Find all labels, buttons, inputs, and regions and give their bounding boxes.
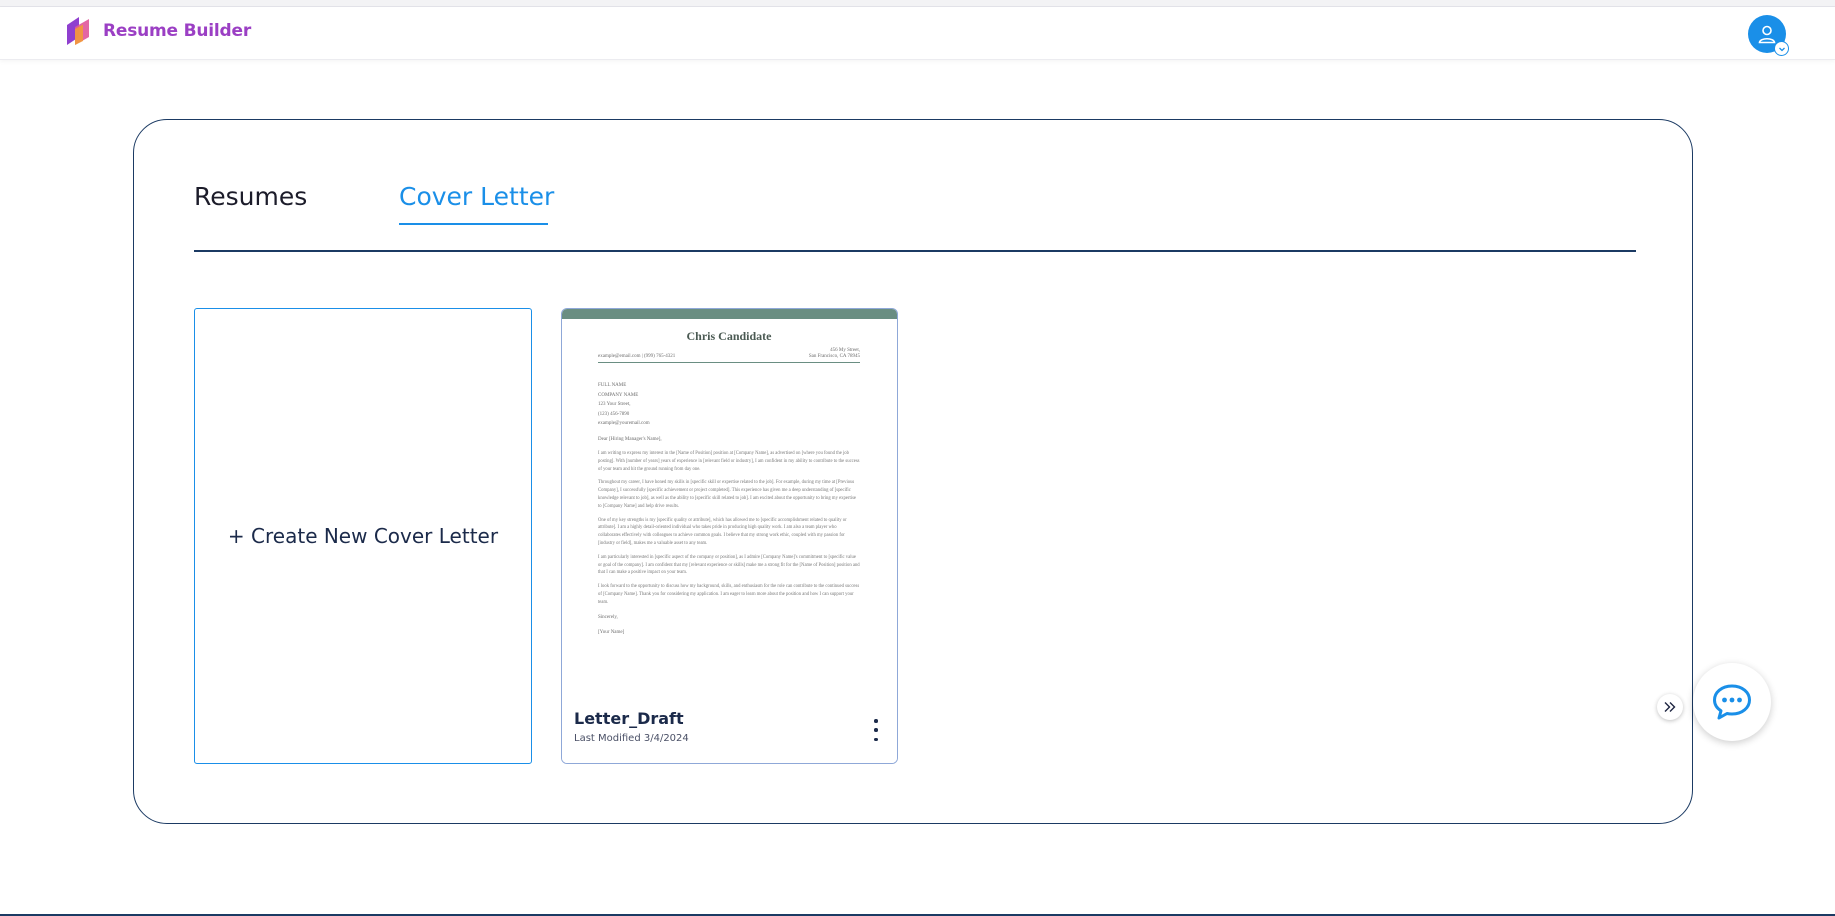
resume-builder-logo[interactable] [63,15,93,47]
preview-paragraph: One of my key strengths is my [specific … [598,517,847,546]
preview-name: Chris Candidate [686,329,772,343]
chevron-down-icon [1778,47,1785,51]
preview-contact-row: example@email.com | (999) 765-4321 San F… [598,354,860,360]
preview-recipient-line: (123) 456-7890 [598,411,630,417]
tabs-divider [194,250,1636,252]
kebab-dot [874,728,878,732]
browser-top-edge [0,0,1835,7]
kebab-dot [874,719,878,723]
active-tab-indicator [399,223,548,225]
kebab-dot [874,737,878,741]
tab-resumes[interactable]: Resumes [194,182,307,211]
preview-recipient-line: FULL NAME [598,383,627,388]
preview-recipient-line: 123 Your Street, [598,402,631,407]
preview-salutation: Dear [Hiring Manager's Name], [598,436,662,442]
tab-cover-letter[interactable]: Cover Letter [399,182,554,211]
preview-recipient-block: FULL NAME COMPANY NAME 123 Your Street, … [598,381,860,429]
letter-title[interactable]: Letter_Draft [574,709,684,728]
preview-recipient-line: COMPANY NAME [598,392,639,398]
preview-contact: example@email.com | (999) 765-4321 [598,354,676,359]
letter-preview: Chris Candidate 456 My Street, example@e… [598,329,860,697]
avatar-dropdown-badge[interactable] [1774,41,1789,56]
preview-paragraph: I look forward to the opportunity to dis… [598,584,860,605]
chat-button[interactable] [1693,663,1771,741]
chat-bubble-icon [1713,684,1751,720]
preview-address-line2: San Francisco, CA 78945 [808,354,860,359]
letter-preview-header-bar [562,309,897,319]
create-new-cover-letter-label: + Create New Cover Letter [227,524,499,548]
expand-chat-button[interactable] [1657,694,1683,720]
create-new-cover-letter-card[interactable]: + Create New Cover Letter [194,308,532,764]
documents-panel: Resumes Cover Letter + Create New Cover … [133,119,1693,824]
kebab-menu-icon[interactable] [870,719,882,741]
preview-paragraph: I am writing to express my interest in t… [598,451,860,472]
preview-paragraph: I am particularly interested in [specifi… [598,554,860,576]
user-icon [1758,25,1776,44]
preview-signature: [Your Name] [598,630,625,636]
app-header: Resume Builder [0,7,1835,60]
brand-name[interactable]: Resume Builder [103,21,251,41]
preview-recipient-line: example@youremail.com [598,421,650,426]
double-chevron-right-icon [1664,702,1676,712]
card-footer: Letter_Draft Last Modified 3/4/2024 [562,697,897,763]
cover-letter-card[interactable]: Chris Candidate 456 My Street, example@e… [561,308,898,764]
preview-header-rule [598,362,860,363]
preview-paragraph: Throughout my career, I have honed my sk… [598,480,857,509]
letter-last-modified: Last Modified 3/4/2024 [574,733,689,744]
preview-closing: Sincerely, [598,614,618,620]
